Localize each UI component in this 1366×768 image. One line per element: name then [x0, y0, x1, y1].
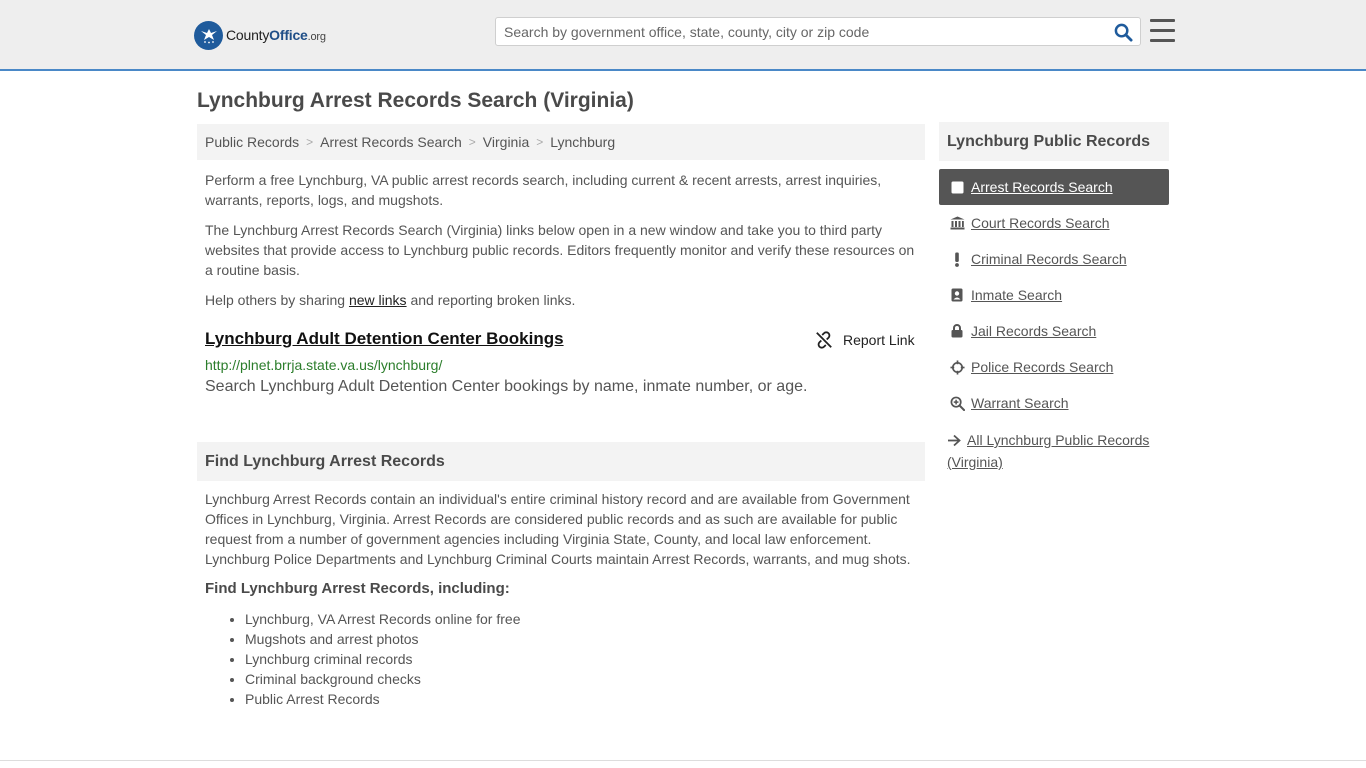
sidebar-item-inmate-search[interactable]: Inmate Search — [939, 277, 1169, 313]
square-icon — [949, 179, 965, 195]
breadcrumb-virginia[interactable]: Virginia — [483, 134, 529, 150]
sidebar-item-jail-records[interactable]: Jail Records Search — [939, 313, 1169, 349]
list-item: Lynchburg, VA Arrest Records online for … — [245, 609, 520, 629]
sidebar-item-police-records[interactable]: Police Records Search — [939, 349, 1169, 385]
footer-divider — [0, 760, 1366, 761]
result-title-link[interactable]: Lynchburg Adult Detention Center Booking… — [205, 329, 564, 349]
logo-wordmark: CountyOffice.org — [226, 27, 326, 43]
courthouse-icon — [949, 215, 965, 231]
report-link-label: Report Link — [843, 332, 915, 348]
breadcrumb-arrest-records-search[interactable]: Arrest Records Search — [320, 134, 462, 150]
eagle-seal-icon — [194, 20, 223, 50]
intro-paragraph: Perform a free Lynchburg, VA public arre… — [205, 172, 882, 208]
list-item: Lynchburg criminal records — [245, 649, 520, 669]
new-links-link[interactable]: new links — [349, 292, 407, 308]
search-box — [495, 17, 1141, 46]
breadcrumb: Public Records > Arrest Records Search >… — [197, 124, 925, 160]
breadcrumb-lynchburg[interactable]: Lynchburg — [550, 134, 615, 150]
report-link-button[interactable]: Report Link — [815, 331, 915, 349]
chevron-right-icon: > — [468, 135, 476, 149]
hamburger-menu-icon[interactable] — [1150, 19, 1175, 42]
result-url: http://plnet.brrja.state.va.us/lynchburg… — [205, 357, 443, 373]
sidebar-item-all-public-records[interactable]: All Lynchburg Public Records (Virginia) — [939, 430, 1169, 472]
chevron-right-icon: > — [536, 135, 544, 149]
sidebar-item-criminal-records[interactable]: Criminal Records Search — [939, 241, 1169, 277]
breadcrumb-public-records[interactable]: Public Records — [205, 134, 299, 150]
list-item: Public Arrest Records — [245, 689, 520, 709]
sidebar-heading: Lynchburg Public Records — [939, 122, 1169, 161]
search-input[interactable] — [496, 18, 1106, 45]
disclaimer-paragraph: The Lynchburg Arrest Records Search (Vir… — [205, 222, 915, 278]
sidebar-item-arrest-records[interactable]: Arrest Records Search — [939, 169, 1169, 205]
share-paragraph: Help others by sharing new links and rep… — [205, 292, 576, 308]
sidebar-item-warrant-search[interactable]: Warrant Search — [939, 385, 1169, 421]
magnify-plus-icon — [949, 395, 965, 411]
exclamation-icon — [949, 251, 965, 267]
id-badge-icon — [949, 287, 965, 303]
chevron-right-icon: > — [306, 135, 314, 149]
sidebar-item-court-records[interactable]: Court Records Search — [939, 205, 1169, 241]
lock-icon — [949, 323, 965, 339]
list-item: Criminal background checks — [245, 669, 520, 689]
find-section-body: Lynchburg Arrest Records contain an indi… — [205, 491, 911, 567]
list-item: Mugshots and arrest photos — [245, 629, 520, 649]
find-section-subheading: Find Lynchburg Arrest Records, including… — [205, 580, 510, 597]
crosshair-icon — [949, 359, 965, 375]
find-records-list: Lynchburg, VA Arrest Records online for … — [245, 609, 520, 709]
search-icon[interactable] — [1112, 22, 1134, 42]
page-title: Lynchburg Arrest Records Search (Virgini… — [197, 89, 634, 112]
arrow-right-icon — [947, 432, 963, 452]
broken-link-icon — [816, 331, 832, 349]
site-header: CountyOffice.org — [0, 0, 1366, 71]
result-description: Search Lynchburg Adult Detention Center … — [205, 378, 808, 395]
site-logo[interactable]: CountyOffice.org — [194, 20, 326, 50]
find-section-heading: Find Lynchburg Arrest Records — [197, 442, 925, 481]
